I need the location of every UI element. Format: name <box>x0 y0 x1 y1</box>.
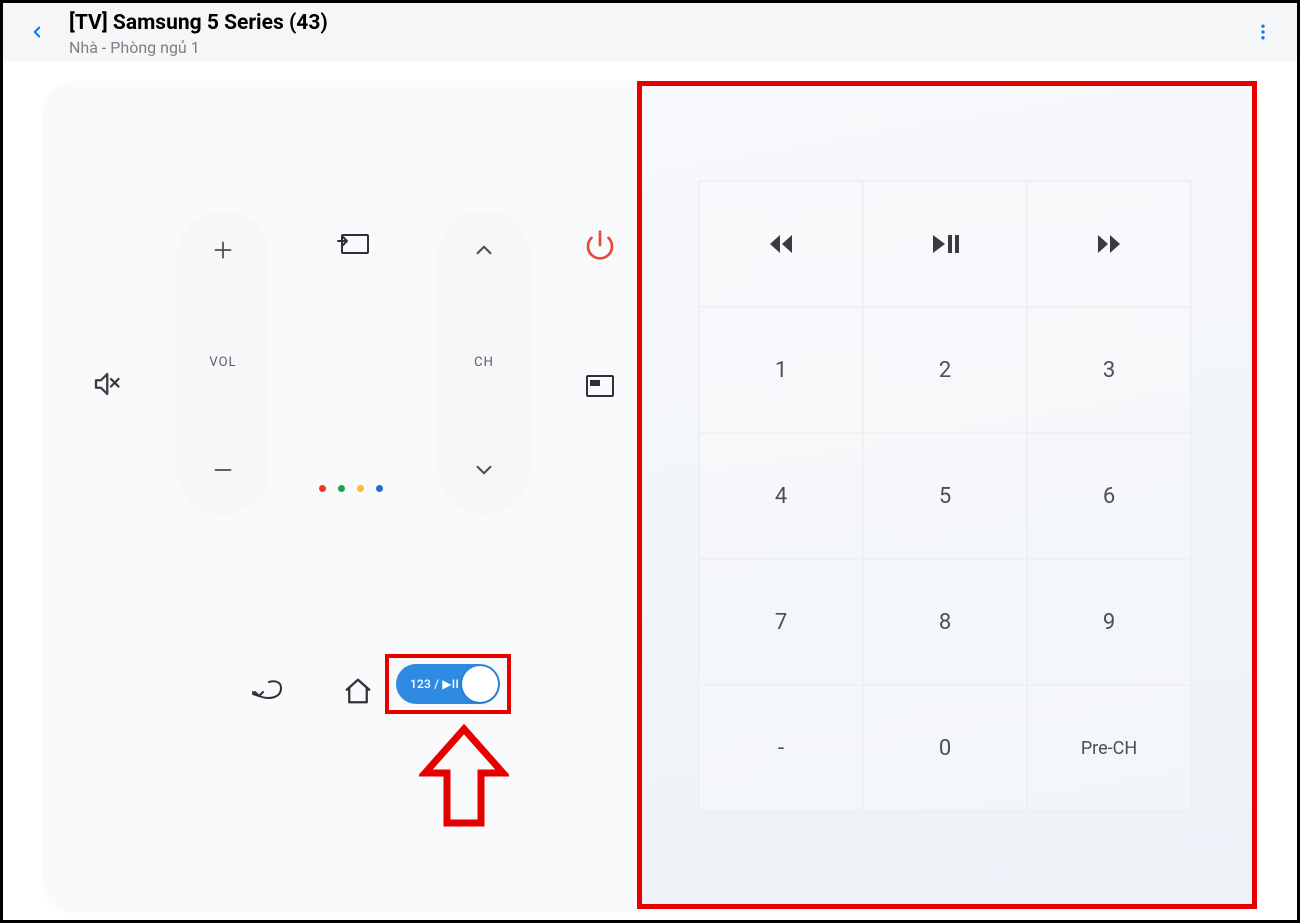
keypad-panel-highlight: 1 2 3 4 5 6 7 8 9 - 0 Pre-CH <box>637 81 1257 909</box>
green-dot[interactable] <box>338 485 345 492</box>
chevron-up-icon <box>471 237 497 263</box>
channel-down-button[interactable] <box>471 457 497 487</box>
mute-icon <box>91 369 121 399</box>
channel-rocker: CH <box>438 211 530 513</box>
keypad-5[interactable]: 5 <box>863 433 1027 559</box>
volume-down-button[interactable] <box>210 457 236 487</box>
red-dot[interactable] <box>319 485 326 492</box>
keypad-dash[interactable]: - <box>699 685 863 811</box>
page-subtitle: Nhà - Phòng ngủ 1 <box>69 38 1243 57</box>
keypad-3[interactable]: 3 <box>1027 307 1191 433</box>
annotation-arrow-icon <box>419 723 509 833</box>
chevron-down-icon <box>471 457 497 483</box>
rewind-button[interactable] <box>699 181 863 307</box>
overflow-menu-button[interactable] <box>1243 12 1283 52</box>
home-button[interactable] <box>333 666 383 716</box>
keypad-toggle-highlight: 123 / ▶II <box>385 654 511 714</box>
power-button[interactable] <box>571 216 629 274</box>
color-buttons[interactable] <box>319 485 383 492</box>
keypad-9[interactable]: 9 <box>1027 559 1191 685</box>
remote-canvas: VOL CH <box>43 81 1261 913</box>
keypad-1[interactable]: 1 <box>699 307 863 433</box>
keypad-grid: 1 2 3 4 5 6 7 8 9 - 0 Pre-CH <box>698 180 1192 812</box>
keypad-8[interactable]: 8 <box>863 559 1027 685</box>
header-bar: [TV] Samsung 5 Series (43) Nhà - Phòng n… <box>3 3 1297 61</box>
blue-dot[interactable] <box>376 485 383 492</box>
minus-icon <box>210 457 236 483</box>
info-guide-button[interactable] <box>571 357 629 415</box>
keypad-6[interactable]: 6 <box>1027 433 1191 559</box>
keypad-7[interactable]: 7 <box>699 559 863 685</box>
keypad-2[interactable]: 2 <box>863 307 1027 433</box>
keypad-0[interactable]: 0 <box>863 685 1027 811</box>
toggle-knob <box>462 666 498 702</box>
source-icon <box>336 229 370 257</box>
play-pause-button[interactable] <box>863 181 1027 307</box>
keypad-mode-toggle[interactable]: 123 / ▶II <box>396 664 500 704</box>
volume-up-button[interactable] <box>210 237 236 267</box>
source-input-button[interactable] <box>311 213 395 273</box>
return-icon <box>251 678 285 704</box>
caption-icon <box>585 374 615 398</box>
plus-icon <box>210 237 236 263</box>
yellow-dot[interactable] <box>357 485 364 492</box>
page-title: [TV] Samsung 5 Series (43) <box>69 11 1243 36</box>
return-button[interactable] <box>243 666 293 716</box>
volume-label: VOL <box>209 355 236 370</box>
toggle-label: 123 / ▶II <box>410 677 459 691</box>
header-titles: [TV] Samsung 5 Series (43) Nhà - Phòng n… <box>69 7 1243 57</box>
keypad-pre-ch[interactable]: Pre-CH <box>1027 685 1191 811</box>
power-icon <box>584 229 616 261</box>
fast-forward-button[interactable] <box>1027 181 1191 307</box>
forward-icon <box>1096 233 1122 255</box>
back-button[interactable] <box>23 18 51 46</box>
vertical-dots-icon <box>1253 22 1273 42</box>
mute-button[interactable] <box>75 353 137 415</box>
volume-rocker: VOL <box>177 211 269 513</box>
channel-up-button[interactable] <box>471 237 497 267</box>
play-pause-icon <box>931 233 959 255</box>
back-icon <box>28 23 46 41</box>
home-icon <box>343 676 373 706</box>
keypad-4[interactable]: 4 <box>699 433 863 559</box>
rewind-icon <box>768 233 794 255</box>
channel-label: CH <box>474 355 494 370</box>
